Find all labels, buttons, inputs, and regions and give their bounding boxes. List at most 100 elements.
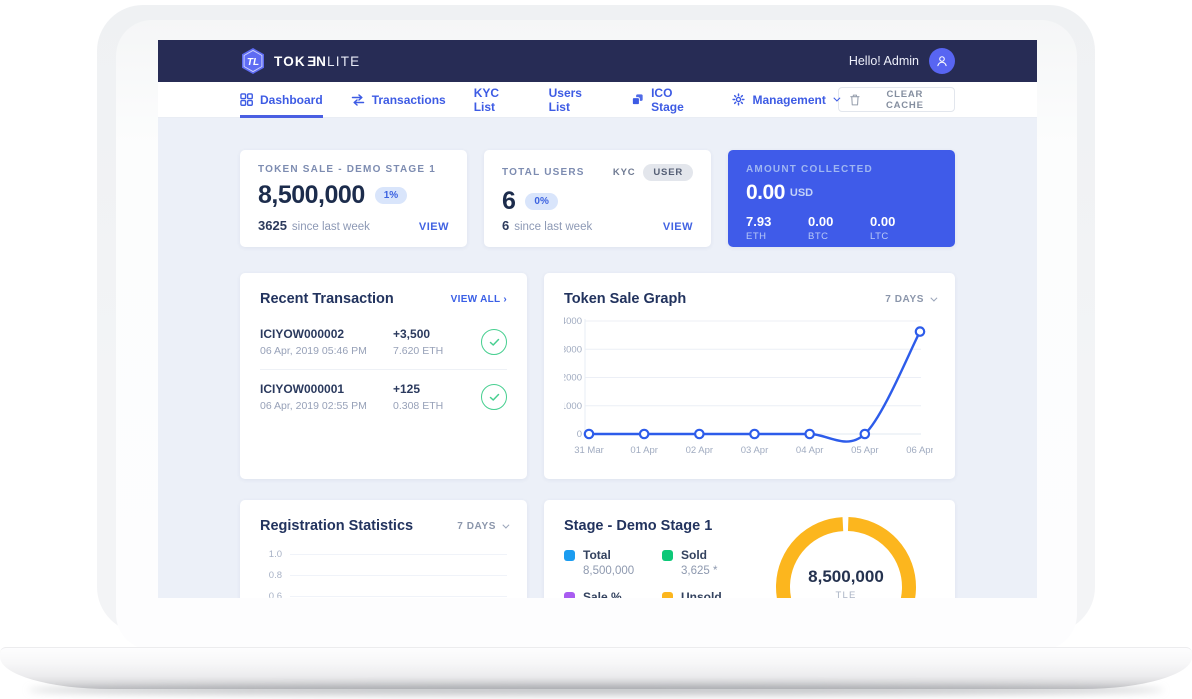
y-gridline [290,554,507,555]
y-tick-label: 0.8 [260,570,282,581]
transaction-row[interactable]: ICIYOW000001 06 Apr, 2019 02:55 PM +125 … [260,369,507,424]
card-label: AMOUNT COLLECTED [746,164,937,175]
nav-label: Users List [549,86,603,114]
logo-monogram: TL [247,57,259,68]
range-label: 7 DAYS [457,521,496,532]
card-label: TOTAL USERS [502,167,585,178]
legend-label: Total [583,548,611,562]
legend-swatch [662,592,673,599]
breakdown-value: 7.93 [746,214,808,229]
data-point [861,430,869,438]
legend-item-sold: Sold 3,625 * [662,548,782,577]
stage-card: Stage - Demo Stage 1 Total 8,500,000 Sol… [544,500,955,598]
nav-item-transactions[interactable]: Transactions [351,82,446,118]
transaction-crypto: 0.308 ETH [393,400,481,412]
legend-label: Sold [681,548,707,562]
view-link[interactable]: VIEW [663,221,693,233]
legend-swatch [564,550,575,561]
clear-cache-label: CLEAR CACHE [867,89,943,111]
axis-row: 1.0 [260,544,507,565]
transaction-amount: +125 [393,382,481,396]
breakdown-eth: 7.93 ETH [746,214,808,242]
nav-label: Transactions [372,93,446,107]
x-tick-label: 06 Apr [906,445,933,456]
breakdown-unit: LTC [870,231,932,242]
y-tick-label: 1000 [564,401,582,412]
token-sale-line-chart: 0100020003000400031 Mar01 Apr02 Apr03 Ap… [564,313,933,465]
legend-value: 3,625 * [681,565,782,577]
x-tick-label: 03 Apr [741,445,768,456]
top-bar: TL TOKENLITE Hello! Admin [158,40,1037,82]
swap-icon [351,94,365,106]
range-label: 7 DAYS [885,294,924,305]
nav-label: KYC List [474,86,521,114]
range-dropdown[interactable]: 7 DAYS [457,521,507,532]
card-label: TOKEN SALE - DEMO STAGE 1 [258,164,449,175]
nav-item-kyc-list[interactable]: KYC List [474,82,521,118]
transaction-crypto: 7.620 ETH [393,345,481,357]
total-users-card: TOTAL USERS KYC USER 6 0% 6since last we… [484,150,711,247]
avatar[interactable] [929,48,955,74]
bottom-row: Registration Statistics 7 DAYS 1.00.80.6… [240,500,955,598]
y-tick-label: 3000 [564,344,582,355]
registration-chart-axis: 1.00.80.6 [260,544,507,598]
stage-donut-chart: 8,500,000 TLE [771,512,921,598]
middle-row: Recent Transaction VIEW ALL › ICIYOW0000… [240,273,955,479]
legend-item-unsold: Unsold [662,590,782,598]
tab-user[interactable]: USER [643,164,693,181]
nav-item-ico-stage[interactable]: ICO Stage [631,82,704,118]
donut-unit: TLE [771,590,921,598]
grid-icon [240,93,253,106]
nav-label: Management [752,93,825,107]
x-tick-label: 02 Apr [686,445,713,456]
chevron-down-icon [930,294,937,301]
stats-row: TOKEN SALE - DEMO STAGE 1 8,500,000 1% 3… [240,150,955,247]
tab-kyc[interactable]: KYC [613,167,635,178]
clear-cache-button[interactable]: CLEAR CACHE [838,87,955,112]
nav-item-dashboard[interactable]: Dashboard [240,82,323,118]
breakdown-unit: BTC [808,231,870,242]
nav-item-management[interactable]: Management [732,82,837,118]
card-title: Recent Transaction [260,291,394,307]
data-point [695,430,703,438]
percent-badge: 1% [375,187,407,204]
view-all-link[interactable]: VIEW ALL › [451,294,507,305]
transaction-row[interactable]: ICIYOW000002 06 Apr, 2019 05:46 PM +3,50… [260,315,507,369]
total-users-value: 6 [502,187,515,216]
donut-value: 8,500,000 [771,567,921,587]
hexagon-logo-icon: TL [240,47,266,75]
laptop-shadow [28,685,1164,695]
delta-value: 6 [502,218,509,233]
breakdown-value: 0.00 [808,214,870,229]
amount-usd-value: 0.00 [746,181,785,205]
trash-icon [850,94,860,106]
breakdown-unit: ETH [746,231,808,242]
dashboard-content: TOKEN SALE - DEMO STAGE 1 8,500,000 1% 3… [158,118,1037,598]
card-title: Token Sale Graph [564,291,686,307]
chevron-down-icon [502,521,509,528]
view-link[interactable]: VIEW [419,221,449,233]
legend-label: Sale % [583,590,622,598]
legend-item-sale-pct: Sale % [564,590,662,598]
nav-label: Dashboard [260,93,323,107]
y-tick-label: 1.0 [260,549,282,560]
y-tick-label: 4000 [564,316,582,327]
data-point [805,430,813,438]
data-point [750,430,758,438]
breakdown-value: 0.00 [870,214,932,229]
laptop-base [0,647,1192,689]
data-point [585,430,593,438]
data-point [916,327,924,335]
range-dropdown[interactable]: 7 DAYS [885,294,935,305]
confirmed-check-icon [481,329,507,355]
nav-item-users-list[interactable]: Users List [549,82,603,118]
transaction-id: ICIYOW000002 [260,327,393,341]
line-series [589,332,920,442]
y-gridline [290,575,507,576]
laptop-mockup: TL TOKENLITE Hello! Admin [0,0,1192,699]
legend-swatch [564,592,575,599]
brand-logo[interactable]: TL TOKENLITE [240,47,360,75]
data-point [640,430,648,438]
currency-label: USD [790,187,813,199]
user-icon [934,53,950,69]
